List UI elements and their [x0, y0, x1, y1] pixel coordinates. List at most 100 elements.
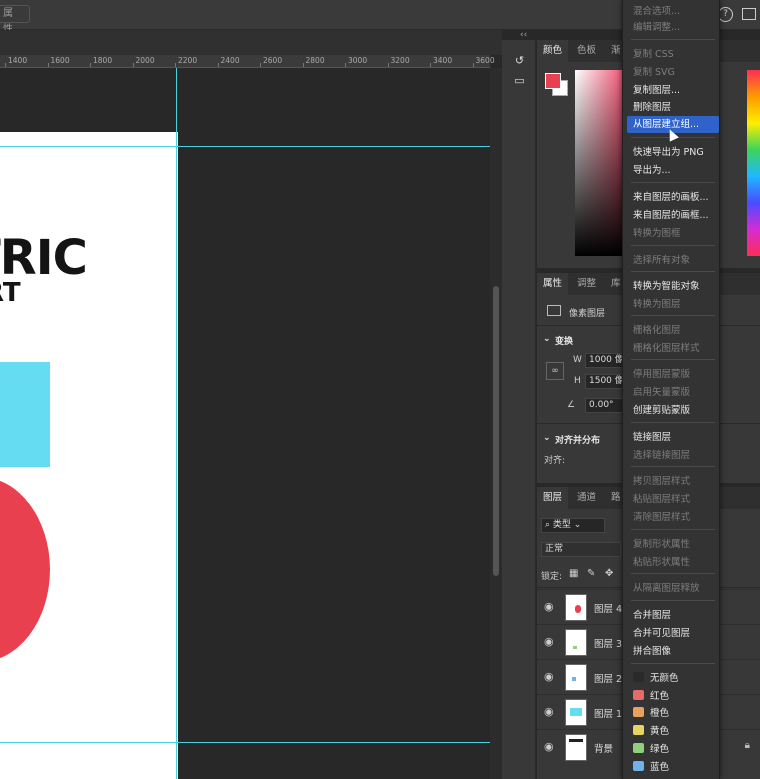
layer-name[interactable]: 图层 3	[594, 636, 622, 650]
transform-chevron-icon[interactable]: ⌄	[543, 334, 551, 344]
menu-separator	[631, 466, 715, 467]
layer-name[interactable]: 背景	[594, 741, 613, 755]
menu-item[interactable]: 合并图层	[627, 607, 719, 624]
hue-slider[interactable]	[747, 70, 760, 256]
tab-channels[interactable]: 通道	[571, 487, 602, 509]
menu-separator	[631, 663, 715, 664]
menu-item[interactable]: 红色	[627, 688, 719, 705]
guide-vertical[interactable]	[176, 68, 177, 779]
layer-filter-value: 类型	[552, 520, 571, 530]
menu-item-label: 启用矢量蒙版	[633, 387, 691, 398]
canvas-scrollbar[interactable]	[490, 68, 502, 779]
foreground-color-swatch[interactable]	[545, 73, 561, 89]
menu-item: 复制 CSS	[627, 46, 719, 63]
comment-icon[interactable]: ▭	[512, 74, 527, 88]
menu-item: 启用矢量蒙版	[627, 384, 719, 401]
menu-item[interactable]: 复制图层...	[627, 82, 719, 99]
menu-item-label: 栅格化图层样式	[633, 343, 700, 354]
visibility-eye-icon[interactable]: ◉	[544, 670, 554, 683]
menu-item-label: 来自图层的画框...	[633, 210, 709, 221]
menu-item[interactable]: 无颜色	[627, 670, 719, 687]
align-section-title: 对齐并分布	[555, 436, 601, 446]
menu-item-label: 转换为图层	[633, 299, 681, 310]
layer-name[interactable]: 图层 2	[594, 671, 622, 685]
options-field[interactable]: 属性...	[0, 5, 30, 35]
artboard[interactable]: TRIC RT	[0, 132, 178, 779]
menu-item[interactable]: 蓝色	[627, 759, 719, 776]
guide-horizontal-bottom[interactable]	[0, 742, 490, 743]
menu-item-label: 混合选项...	[633, 6, 681, 17]
menu-item[interactable]: 导出为...	[627, 162, 719, 179]
menu-item[interactable]: 删除图层	[627, 99, 719, 116]
help-icon[interactable]: ?	[718, 7, 733, 22]
canvas-area[interactable]: TRIC RT	[0, 68, 490, 779]
collapse-panels-icon[interactable]: ‹‹	[520, 30, 527, 40]
ruler-tick-label: 1600	[50, 56, 70, 65]
tab-properties[interactable]: 属性	[537, 273, 569, 295]
layer-name[interactable]: 图层 1	[594, 706, 622, 720]
ruler-tick-label: 3200	[390, 56, 410, 65]
guide-horizontal-top[interactable]	[0, 146, 490, 147]
menu-item[interactable]: 橙色	[627, 705, 719, 722]
lock-transparent-icon[interactable]: ▦	[569, 568, 578, 579]
visibility-eye-icon[interactable]: ◉	[544, 705, 554, 718]
menu-separator	[631, 245, 715, 246]
menu-item[interactable]: 快速导出为 PNG	[627, 144, 719, 161]
menu-item-label: 编辑调整...	[633, 22, 681, 33]
visibility-eye-icon[interactable]: ◉	[544, 740, 554, 753]
menu-item: 转换为图框	[627, 225, 719, 242]
menu-item: 复制 SVG	[627, 64, 719, 81]
workspace-icon[interactable]	[742, 8, 756, 20]
ruler-tick-label: 3400	[433, 56, 453, 65]
visibility-eye-icon[interactable]: ◉	[544, 600, 554, 613]
menu-item-label: 选择链接图层	[633, 450, 691, 461]
menu-item[interactable]: 合并可见图层	[627, 625, 719, 642]
lock-image-icon[interactable]: ✎	[587, 568, 595, 579]
cyan-rectangle-shape[interactable]	[0, 362, 50, 467]
align-chevron-icon[interactable]: ⌄	[543, 433, 551, 443]
menu-item-label: 创建剪贴蒙版	[633, 405, 691, 416]
menu-item-label: 粘贴形状属性	[633, 557, 691, 568]
color-picker-field[interactable]	[575, 70, 627, 256]
menu-item: 粘贴图层样式	[627, 491, 719, 508]
ruler-tick-label: 2400	[220, 56, 240, 65]
menu-item[interactable]: 来自图层的画板...	[627, 189, 719, 206]
red-circle-shape[interactable]	[0, 477, 50, 662]
menu-item[interactable]: 绿色	[627, 741, 719, 758]
tab-color[interactable]: 颜色	[537, 40, 569, 62]
height-input[interactable]: 1500 像	[585, 374, 623, 389]
layer-filter-select[interactable]: ⌕ 类型 ⌄	[541, 518, 605, 533]
menu-item[interactable]: 黄色	[627, 723, 719, 740]
menu-item[interactable]: 拼合图像	[627, 643, 719, 660]
menu-separator	[631, 39, 715, 40]
menu-item[interactable]: 链接图层	[627, 429, 719, 446]
menu-item: 拷贝图层样式	[627, 473, 719, 490]
tab-swatches[interactable]: 色板	[571, 40, 602, 62]
lock-position-icon[interactable]: ✥	[605, 568, 613, 579]
menu-item-label: 复制图层...	[633, 85, 681, 96]
menu-separator	[631, 182, 715, 183]
menu-item[interactable]: 创建剪贴蒙版	[627, 402, 719, 419]
tab-layers[interactable]: 图层	[537, 487, 569, 509]
menu-item[interactable]: 转换为智能对象	[627, 278, 719, 295]
menu-item[interactable]: 来自图层的画框...	[627, 207, 719, 224]
angle-input[interactable]: 0.00°	[585, 398, 623, 413]
scrollbar-thumb[interactable]	[493, 286, 499, 576]
menu-item: 从隔离图层释放	[627, 580, 719, 597]
history-icon[interactable]: ↺	[512, 54, 527, 68]
visibility-eye-icon[interactable]: ◉	[544, 635, 554, 648]
ruler-tick-mark	[345, 63, 346, 67]
menu-item: 选择所有对象	[627, 252, 719, 269]
blend-mode-select[interactable]: 正常	[541, 542, 621, 557]
layer-thumbnail	[565, 699, 587, 726]
menu-item-label: 栅格化图层	[633, 325, 681, 336]
layer-name[interactable]: 图层 4	[594, 601, 622, 615]
menu-item-label: 从图层建立组...	[633, 119, 700, 130]
align-label: 对齐:	[544, 456, 566, 466]
tab-adjustments[interactable]: 调整	[571, 273, 602, 295]
ruler-tick-mark	[217, 63, 219, 67]
lock-icon[interactable]: 🔒︎	[745, 740, 750, 751]
width-input[interactable]: 1000 像	[585, 353, 623, 368]
ruler-tick-label: 1800	[93, 56, 113, 65]
link-dimensions-icon[interactable]: ∞	[546, 362, 564, 380]
